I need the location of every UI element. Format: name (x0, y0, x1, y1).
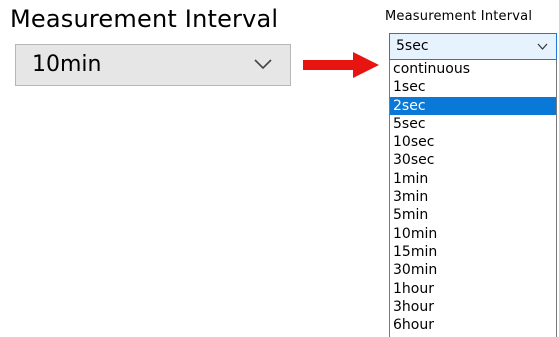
dropdown-option-10sec[interactable]: 10sec (390, 133, 556, 151)
dropdown-option-6hour[interactable]: 6hour (390, 316, 556, 334)
measurement-interval-label: Measurement Interval (10, 5, 279, 33)
chevron-down-icon (254, 59, 272, 70)
dropdown-option-1hour[interactable]: 1hour (390, 280, 556, 298)
measurement-interval-label-expanded: Measurement Interval (385, 9, 533, 24)
dropdown-option-3hour[interactable]: 3hour (390, 298, 556, 316)
dropdown-option-15min[interactable]: 15min (390, 243, 556, 261)
dropdown-selected-value: 10min (32, 52, 102, 77)
dropdown-option-30min[interactable]: 30min (390, 261, 556, 279)
measurement-interval-dropdown[interactable]: 10min (15, 44, 291, 86)
dropdown-selected-value: 5sec (396, 38, 429, 54)
dropdown-option-2sec[interactable]: 2sec (390, 96, 556, 115)
arrow-right-icon (303, 52, 379, 78)
dropdown-option-continuous[interactable]: continuous (390, 60, 556, 78)
dropdown-options-list[interactable]: continuous 1sec 2sec 5sec 10sec 30sec 1m… (389, 60, 557, 337)
dropdown-option-30sec[interactable]: 30sec (390, 151, 556, 169)
dropdown-option-1min[interactable]: 1min (390, 170, 556, 188)
dropdown-option-1sec[interactable]: 1sec (390, 78, 556, 96)
dropdown-option-5min[interactable]: 5min (390, 206, 556, 224)
dropdown-option-10min[interactable]: 10min (390, 225, 556, 243)
dropdown-option-3min[interactable]: 3min (390, 188, 556, 206)
dropdown-option-5sec[interactable]: 5sec (390, 115, 556, 133)
chevron-down-icon (537, 43, 548, 50)
measurement-interval-dropdown-expanded[interactable]: 5sec (389, 33, 557, 60)
